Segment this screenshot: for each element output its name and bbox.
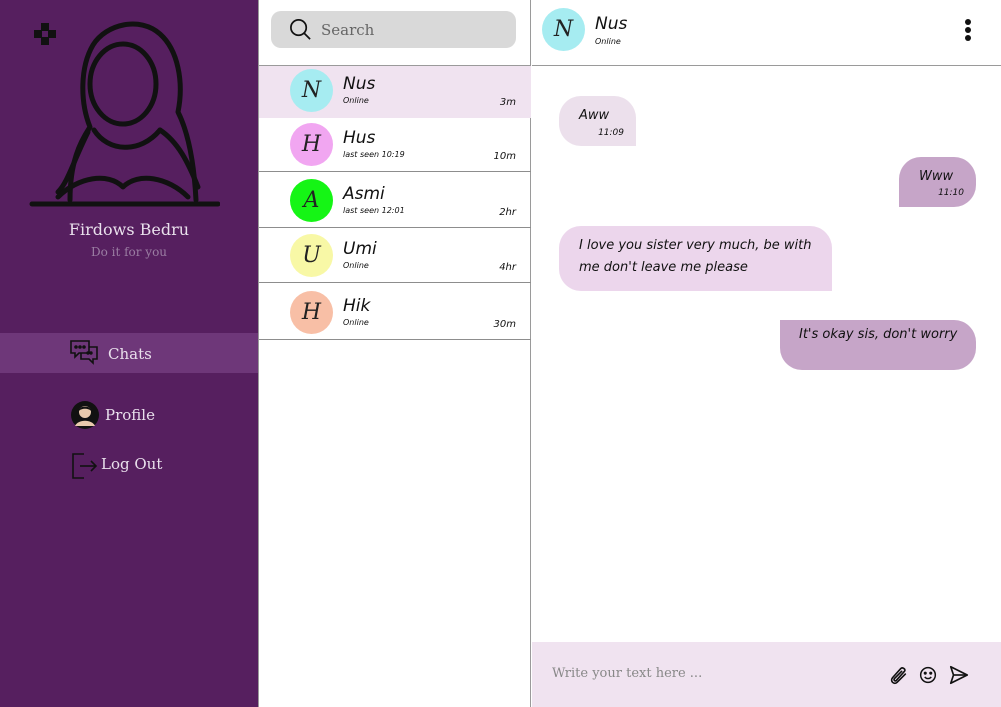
message-text: Aww — [579, 108, 610, 123]
message-input[interactable] — [552, 660, 872, 686]
search-bar[interactable] — [271, 11, 516, 48]
message-composer — [532, 642, 1001, 707]
chat-header-status: Online — [595, 37, 621, 46]
contact-status: last seen 12:01 — [343, 206, 405, 215]
message-bubble-outgoing: It's okay sis, don't worry — [780, 320, 976, 370]
nav-item-profile[interactable]: Profile — [0, 395, 258, 435]
contact-avatar: H — [290, 291, 333, 334]
contact-status: Online — [343, 261, 369, 270]
contact-item-nus[interactable]: N Nus Online 3m — [259, 66, 531, 118]
contact-avatar: U — [290, 234, 333, 277]
nav-label-logout: Log Out — [101, 455, 163, 473]
more-options-icon[interactable] — [963, 19, 973, 45]
message-bubble-incoming: Aww 11:09 — [559, 96, 636, 146]
send-icon[interactable] — [948, 664, 970, 686]
contact-avatar: A — [290, 179, 333, 222]
chat-header: N Nus Online — [532, 0, 1001, 66]
message-bubble-outgoing: Www 11:10 — [899, 157, 976, 207]
contact-name: Hus — [343, 128, 376, 148]
contact-time: 30m — [493, 319, 516, 330]
contact-item-umi[interactable]: U Umi Online 4hr — [259, 231, 531, 283]
contact-avatar: H — [290, 123, 333, 166]
search-icon — [290, 19, 311, 40]
message-text: I love you sister very much, be with me … — [579, 238, 812, 275]
message-time: 11:10 — [938, 188, 964, 198]
contact-item-hik[interactable]: H Hik Online 30m — [259, 288, 531, 340]
nav-label-chats: Chats — [108, 345, 152, 363]
message-text: Www — [919, 169, 954, 184]
contact-time: 3m — [499, 97, 516, 108]
contact-status: Online — [343, 96, 369, 105]
contact-time: 10m — [493, 151, 516, 162]
chat-header-name[interactable]: Nus — [595, 14, 627, 34]
nav-item-chats[interactable]: Chats — [0, 333, 258, 373]
profile-name: Firdows Bedru — [68, 220, 190, 239]
message-bubble-incoming: I love you sister very much, be with me … — [559, 226, 832, 291]
smiley-icon[interactable] — [917, 664, 939, 686]
contact-status: Online — [343, 318, 369, 327]
contact-name: Nus — [343, 74, 376, 94]
message-time: 11:09 — [598, 128, 624, 138]
profile-avatar-icon — [29, 21, 220, 207]
logout-icon — [72, 453, 98, 479]
contact-name: Asmi — [343, 184, 385, 204]
contact-status: last seen 10:19 — [343, 150, 405, 159]
chat-list-panel: N Nus Online 3m H Hus last seen 10:19 10… — [258, 0, 531, 707]
contact-avatar: N — [290, 69, 333, 112]
sidebar: Firdows Bedru Do it for you Chats Profil… — [0, 0, 258, 707]
contact-name: Hik — [343, 296, 371, 316]
contact-time: 2hr — [499, 207, 516, 218]
nav-label-profile: Profile — [105, 406, 155, 424]
user-icon — [71, 401, 99, 429]
nav-item-logout[interactable]: Log Out — [0, 444, 258, 484]
contact-time: 4hr — [499, 262, 516, 273]
chat-bubbles-icon — [70, 340, 98, 365]
chat-header-avatar[interactable]: N — [542, 8, 585, 51]
chat-panel: N Nus Online Aww 11:09 Www 11:10 I love … — [532, 0, 1001, 707]
search-input[interactable] — [321, 15, 506, 44]
profile-status: Do it for you — [90, 245, 168, 259]
contact-item-asmi[interactable]: A Asmi last seen 12:01 2hr — [259, 176, 531, 228]
contact-item-hus[interactable]: H Hus last seen 10:19 10m — [259, 120, 531, 172]
paperclip-icon[interactable] — [887, 664, 909, 686]
message-text: It's okay sis, don't worry — [799, 327, 958, 342]
contact-name: Umi — [343, 239, 377, 259]
